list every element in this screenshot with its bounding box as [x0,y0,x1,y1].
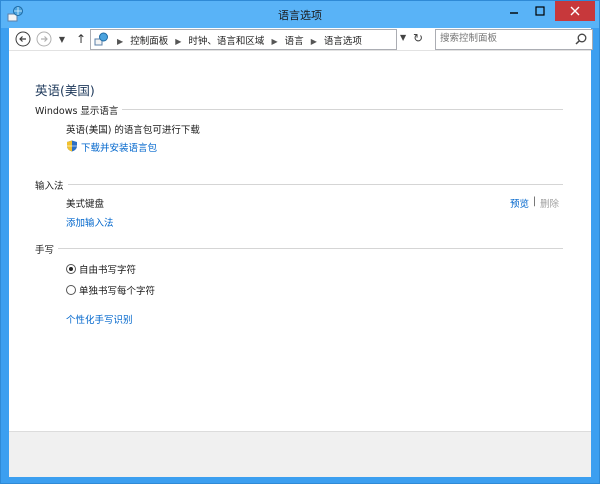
display-language-section-header: Windows 显示语言 [35,103,563,117]
main-content: 英语(美国) Windows 显示语言 英语(美国) 的语言包可进行下载 下载并… [9,50,591,432]
breadcrumb-chevron-icon: ▶ [117,37,124,46]
up-button[interactable]: ↑ [73,31,89,47]
link-separator: | [533,196,537,207]
freehand-radio[interactable] [66,264,76,274]
maximize-button[interactable] [525,1,555,21]
section-label: Windows 显示语言 [35,103,123,117]
search-input[interactable] [436,30,574,47]
minimize-icon [510,12,518,14]
breadcrumb-chevron-icon: ▶ [271,37,278,46]
section-label: 输入法 [35,178,68,192]
single-char-radio[interactable] [66,285,76,295]
remove-link: 删除 [540,199,560,210]
close-button[interactable] [555,1,595,21]
footer-bar [9,431,591,477]
control-panel-window: 语言选项 ▼ ↑ ▶ 控制面板 ▶ 时钟、语言和区域 ▶ 语言 ▶ 语言选项 ▼… [0,0,600,484]
control-panel-icon [94,32,108,46]
navigation-bar: ▼ ↑ ▶ 控制面板 ▶ 时钟、语言和区域 ▶ 语言 ▶ 语言选项 ▼ ↻ 搜索… [9,28,593,50]
address-dropdown-button[interactable]: ▼ [400,33,406,42]
recent-locations-button[interactable]: ▼ [57,31,67,47]
section-label: 手写 [35,242,59,256]
language-heading: 英语(美国) [35,83,95,98]
handwriting-section-header: 手写 [35,242,563,256]
language-pack-status: 英语(美国) 的语言包可进行下载 [66,125,200,136]
download-language-pack-link[interactable]: 下载并安装语言包 [81,140,157,154]
forward-arrow-icon [36,31,52,47]
maximize-icon [535,6,545,16]
breadcrumb-language-options[interactable]: 语言选项 [324,36,362,47]
close-icon [570,6,580,16]
input-method-name: 美式键盘 [66,199,105,210]
refresh-button[interactable]: ↻ [413,31,427,45]
breadcrumb-chevron-icon: ▶ [310,37,317,46]
uac-shield-icon [67,140,77,152]
back-arrow-icon [15,31,31,47]
freehand-radio-label[interactable]: 自由书写字符 [79,262,136,276]
address-bar[interactable]: ▶ 控制面板 ▶ 时钟、语言和区域 ▶ 语言 ▶ 语言选项 [90,29,397,50]
refresh-icon: ↻ [413,31,424,45]
breadcrumb-language[interactable]: 语言 [285,36,304,47]
add-input-method-link[interactable]: 添加输入法 [66,215,114,229]
search-icon[interactable] [574,32,588,46]
chevron-down-icon: ▼ [400,33,407,42]
breadcrumb-chevron-icon: ▶ [175,37,182,46]
forward-button[interactable] [36,31,52,47]
section-divider [35,248,563,249]
up-arrow-icon: ↑ [75,32,87,46]
personalize-handwriting-link[interactable]: 个性化手写识别 [66,312,133,326]
back-button[interactable] [15,31,31,47]
section-divider [35,184,563,185]
search-box[interactable] [435,29,593,50]
preview-link[interactable]: 预览 [510,196,529,210]
breadcrumb-control-panel[interactable]: 控制面板 [130,36,168,47]
breadcrumb: ▶ 控制面板 ▶ 时钟、语言和区域 ▶ 语言 ▶ 语言选项 [113,33,362,47]
single-char-radio-label[interactable]: 单独书写每个字符 [79,283,155,297]
breadcrumb-clock-language-region[interactable]: 时钟、语言和区域 [188,36,264,47]
title-bar[interactable]: 语言选项 [1,1,599,28]
chevron-down-icon: ▼ [58,34,66,44]
input-method-section-header: 输入法 [35,178,563,192]
